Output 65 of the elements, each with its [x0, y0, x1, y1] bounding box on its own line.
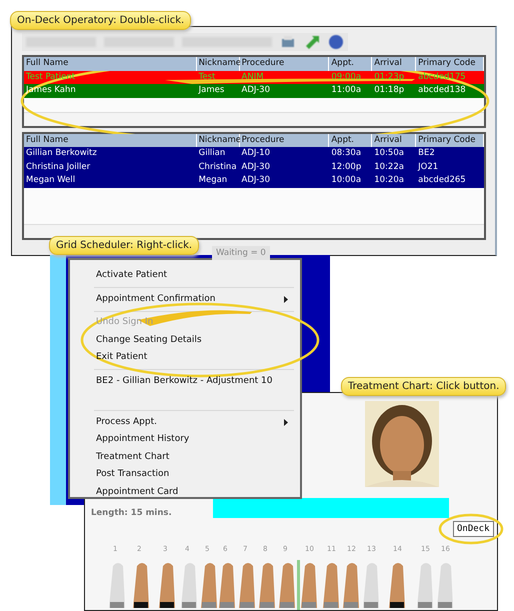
printer-icon[interactable] — [280, 34, 296, 50]
column-header[interactable]: Full Name — [24, 57, 197, 70]
table-row[interactable]: Megan Well Megan ADJ-30 10:00a 10:20a abcded265 — [24, 174, 484, 188]
submenu-arrow-icon — [284, 296, 288, 303]
table-cell-text: James — [197, 84, 226, 97]
column-header[interactable]: Arrival — [372, 134, 416, 147]
status-text: Waiting = 0 — [212, 246, 270, 260]
column-header[interactable]: Primary Code — [416, 57, 484, 70]
menu-item[interactable]: Appointment Confirmation — [70, 290, 300, 308]
column-header[interactable]: Appt. — [329, 134, 372, 147]
menu-item[interactable]: Change Seating Details — [70, 332, 300, 349]
menu-item[interactable]: Activate Patient — [70, 267, 300, 284]
column-header[interactable]: Appt. — [329, 57, 372, 70]
column-header[interactable]: Full Name — [24, 134, 197, 147]
table-cell-text: ANIM — [240, 70, 265, 84]
table-cell-text: 01:23p — [373, 70, 406, 84]
submenu-arrow-icon — [284, 418, 288, 426]
table-cell-text: ADJ-30 — [240, 84, 271, 97]
highlight-ellipse — [438, 514, 504, 544]
menu-item[interactable]: Appointment Card — [70, 484, 300, 497]
ondeck-button[interactable]: OnDeck — [453, 521, 494, 537]
arrow-icon[interactable] — [304, 34, 320, 50]
table-cell-text: 10:20a — [373, 174, 405, 187]
table-cell-text: 10:50a — [373, 147, 405, 160]
column-header[interactable]: Nickname — [196, 134, 240, 147]
scrollbar[interactable] — [24, 224, 484, 238]
length-text: Length: 15 mins. — [91, 508, 172, 518]
menu-item[interactable]: Appointment History — [70, 431, 300, 448]
table-cell-text: 12:00p — [330, 160, 362, 174]
menu-item[interactable]: Treatment Chart — [70, 448, 300, 466]
table-cell-text: Megan Well — [25, 174, 76, 187]
table-cell-text: 10:22a — [373, 160, 405, 174]
table-cell-text: Megan — [198, 174, 228, 187]
table-cell-text: ADJ-10 — [240, 147, 271, 160]
table-cell-text: 01:18p — [373, 84, 406, 97]
table-cell-text: abcded138 — [417, 84, 467, 97]
column-header[interactable]: Procedure — [240, 57, 330, 70]
table-cell-text: 11:00a — [330, 84, 362, 97]
scrollbar[interactable] — [24, 112, 484, 126]
table-cell-text: Christina Joiller — [25, 160, 92, 174]
menu-item[interactable]: Post Transaction — [70, 466, 300, 484]
callout-label: Grid Scheduler: Right-click. — [49, 236, 200, 255]
menu-item[interactable]: Exit Patient — [70, 349, 300, 366]
table-cell-text: JO21 — [416, 160, 440, 174]
menu-item[interactable]: BE2 - Gillian Berkowitz - Adjustment 10 — [70, 372, 300, 390]
callout-label: Treatment Chart: Click button. — [341, 377, 506, 396]
table-row[interactable]: Gillian Berkowitz Gillian ADJ-10 08:30a 10:50a BE2 — [24, 147, 484, 160]
table-cell-text: ADJ-30 — [240, 174, 271, 187]
table-cell-text: ADJ-30 — [240, 160, 271, 174]
table-cell-text: Gillian — [198, 147, 226, 160]
table-cell-text: Christina — [198, 160, 238, 174]
table-row[interactable]: Christina Joiller Christina ADJ-30 12:00p 10:22a JO21 — [24, 160, 484, 174]
column-header[interactable]: Procedure — [240, 134, 330, 147]
table-cell-text: 08:30a — [330, 147, 362, 160]
note-field[interactable] — [213, 498, 449, 518]
column-header[interactable]: Arrival — [372, 57, 416, 70]
menu-item[interactable]: Process Appt. — [70, 414, 300, 431]
column-header[interactable]: Nickname — [196, 57, 240, 70]
table-cell-text: Test — [198, 70, 216, 84]
table-cell-text: Gillian Berkowitz — [25, 147, 98, 160]
table-cell-text: BE2 — [417, 147, 436, 160]
callout-label: On-Deck Operatory: Double-click. — [10, 11, 192, 30]
column-header[interactable]: Primary Code — [416, 134, 484, 147]
table-cell-text: abcded265 — [417, 174, 467, 187]
table-cell-text: 10:00a — [330, 174, 362, 187]
